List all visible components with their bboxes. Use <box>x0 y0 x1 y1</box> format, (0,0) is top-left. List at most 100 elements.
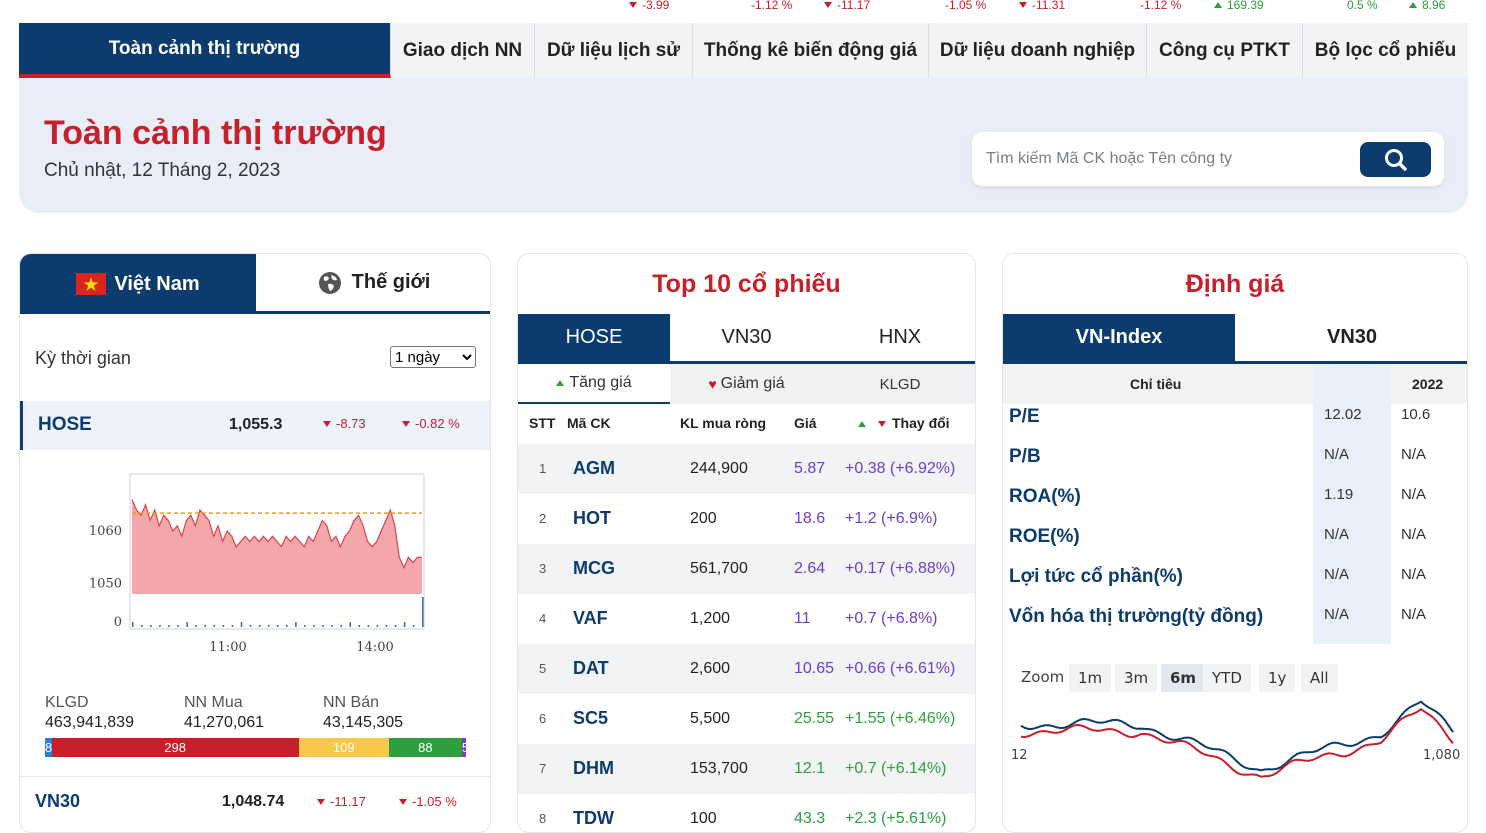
table-row[interactable]: 5 DAT 2,600 10.65 +0.66 (+6.61%) <box>518 644 975 694</box>
row-change: +1.2 (+6.9%) <box>845 510 938 527</box>
ticker-change: -11.31 <box>1019 0 1065 12</box>
tab-hnx[interactable]: HNX <box>823 314 975 364</box>
zoom-6m[interactable]: 6m <box>1161 664 1206 692</box>
page-date: Chủ nhật, 12 Tháng 2, 2023 <box>44 160 281 181</box>
volume-bar <box>222 625 225 627</box>
y-tick-label: 1050 <box>89 577 122 592</box>
zoom-3m[interactable]: 3m <box>1115 664 1158 692</box>
breadth-segment: 109 <box>298 738 389 757</box>
subtab-gainers[interactable]: Tăng giá <box>518 364 670 404</box>
ticker-pct: -1.12 % <box>751 0 793 12</box>
nav-tab-foreign-trading[interactable]: Giao dịch NN <box>391 23 535 78</box>
zoom-1m[interactable]: 1m <box>1069 664 1112 692</box>
tab-vn-index[interactable]: VN-Index <box>1003 314 1235 364</box>
ticker-change-value: -11.31 <box>1032 0 1066 12</box>
table-row[interactable]: 3 MCG 561,700 2.64 +0.17 (+6.88%) <box>518 544 975 594</box>
volume-bar <box>349 622 351 627</box>
row-symbol[interactable]: HOT <box>573 508 611 529</box>
stat-label-nn-buy: NN Mua <box>184 694 243 711</box>
row-symbol[interactable]: VAF <box>573 608 608 629</box>
row-stt: 2 <box>539 511 547 526</box>
nav-tab-price-stats[interactable]: Thống kê biến động giá <box>693 23 929 78</box>
volume-bar <box>340 625 342 627</box>
tab-vn30[interactable]: VN30 <box>670 314 823 364</box>
index-row-vn30[interactable]: VN30 1,048.74 -11.17 -1.05 % <box>20 781 490 830</box>
table-row[interactable]: 2 HOT 200 18.6 +1.2 (+6.9%) <box>518 494 975 544</box>
row-volume: 200 <box>690 510 717 527</box>
nav-tab-history-data[interactable]: Dữ liệu lịch sử <box>535 23 693 78</box>
nav-tab-technical-tools[interactable]: Công cụ PTKT <box>1147 23 1303 78</box>
stat-label-klgd: KLGD <box>45 694 89 711</box>
down-arrow-icon <box>317 799 325 805</box>
table-row[interactable]: 1 AGM 244,900 5.87 +0.38 (+6.92%) <box>518 444 975 494</box>
breadth-segment: 88 <box>388 738 462 757</box>
search-icon <box>1385 149 1407 171</box>
row-symbol[interactable]: SC5 <box>573 708 608 729</box>
volume-bar <box>358 625 361 627</box>
row-symbol[interactable]: DHM <box>573 758 614 779</box>
row-change: +0.66 (+6.61%) <box>845 660 956 677</box>
table-row[interactable]: 6 SC5 5,500 25.55 +1.55 (+6.46%) <box>518 694 975 744</box>
row-price: 5.87 <box>794 460 826 477</box>
search-button[interactable] <box>1360 142 1431 177</box>
zoom-all[interactable]: All <box>1301 664 1338 692</box>
metric-label: P/E <box>1009 406 1040 427</box>
col-change[interactable]: Thay đổi <box>858 415 950 431</box>
zoom-ytd[interactable]: YTD <box>1203 664 1251 692</box>
row-symbol[interactable]: DAT <box>573 658 609 679</box>
subtab-losers[interactable]: ♥ Giảm giá <box>670 364 823 404</box>
header-year-2022: 2022 <box>1412 376 1444 392</box>
row-symbol[interactable]: TDW <box>573 808 614 829</box>
volume-bar <box>304 625 306 627</box>
col-change-label: Thay đổi <box>892 415 950 431</box>
subtab-volume[interactable]: KLGD <box>823 364 975 404</box>
nav-tab-company-data[interactable]: Dữ liệu doanh nghiệp <box>929 23 1147 78</box>
table-row[interactable]: 8 TDW 100 43.3 +2.3 (+5.61%) <box>518 794 975 832</box>
period-select[interactable]: 1 ngày <box>390 346 476 368</box>
nav-tab-market-overview[interactable]: Toàn cảnh thị trường <box>19 23 391 78</box>
tab-vn30-valuation[interactable]: VN30 <box>1235 314 1467 364</box>
stat-value-nn-sell: 43,145,305 <box>323 714 404 731</box>
x-tick-label: 11:00 <box>209 640 246 655</box>
volume-bar <box>177 625 179 627</box>
ticker-change: -11.17 <box>824 0 870 12</box>
row-stt: 4 <box>539 611 547 626</box>
table-row[interactable]: 7 DHM 153,700 12.1 +0.7 (+6.14%) <box>518 744 975 794</box>
tab-hose[interactable]: HOSE <box>518 314 670 364</box>
volume-bar <box>394 625 397 627</box>
index-row-hose[interactable]: HOSE 1,055.3 -8.73 -0.82 % <box>20 401 490 450</box>
x-tick-label: 14:00 <box>356 640 393 655</box>
volume-bar <box>376 625 379 627</box>
up-arrow-icon <box>1409 2 1417 8</box>
row-symbol[interactable]: MCG <box>573 558 615 579</box>
chart-left-axis-label: 12 <box>1011 748 1028 763</box>
metric-label: Vốn hóa thị trường(tỷ đồng) <box>1009 606 1264 627</box>
row-volume: 5,500 <box>690 710 731 727</box>
nav-tab-stock-filter[interactable]: Bộ lọc cổ phiếu <box>1303 23 1468 78</box>
tab-world[interactable]: Thế giới <box>256 254 490 314</box>
tab-vietnam[interactable]: Việt Nam <box>20 254 256 314</box>
search-input[interactable] <box>986 142 1346 176</box>
row-stt: 7 <box>539 761 547 776</box>
index-value: 1,048.74 <box>222 793 285 810</box>
up-arrow-icon <box>1214 2 1222 8</box>
row-symbol[interactable]: AGM <box>573 458 615 479</box>
row-stt: 5 <box>539 661 547 676</box>
ticker-pct: -1.12 % <box>1140 0 1182 12</box>
volume-bar <box>422 597 424 627</box>
index-change-value: -11.17 <box>330 794 366 809</box>
row-price: 12.1 <box>794 760 826 777</box>
ticker-change-value: 8.96 <box>1422 0 1446 12</box>
ticker-change: -3.99 <box>629 0 669 12</box>
metric-label: ROA(%) <box>1009 486 1081 507</box>
tab-world-label: Thế giới <box>351 271 431 293</box>
zoom-1y[interactable]: 1y <box>1259 664 1296 692</box>
row-volume: 2,600 <box>690 660 731 677</box>
table-row[interactable]: 4 VAF 1,200 11 +0.7 (+6.8%) <box>518 594 975 644</box>
down-arrow-icon <box>824 2 832 8</box>
volume-bar <box>258 625 261 627</box>
valuation-header: Chỉ tiêu 2023 2022 <box>1003 364 1467 404</box>
valuation-title: Định giá <box>1185 270 1285 298</box>
volume-bar <box>132 622 134 627</box>
volume-bar <box>168 625 170 627</box>
